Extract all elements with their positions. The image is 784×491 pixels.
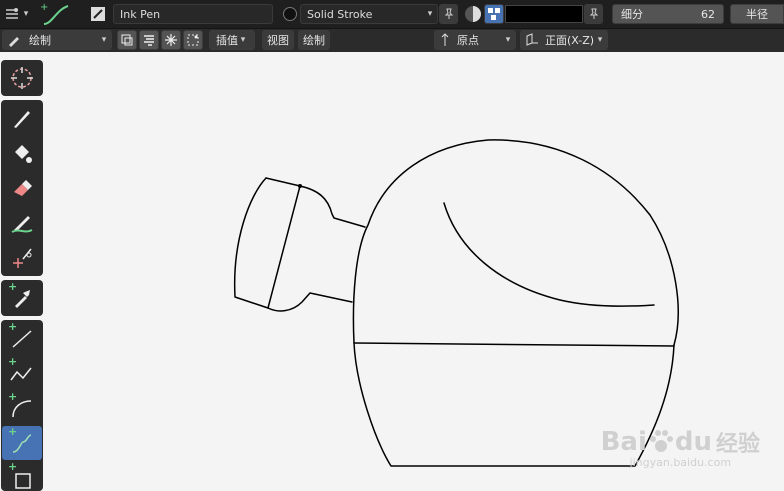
brush-preview-icon[interactable]: + xyxy=(36,0,76,28)
symmetry-button[interactable] xyxy=(161,30,181,50)
tool-settings-header: ▾ + Ink Pen Solid Stroke ▾ 细分 62 半径 xyxy=(0,0,784,29)
color-mode-icon[interactable] xyxy=(465,6,481,22)
tool-group-eyedropper: + xyxy=(1,280,43,316)
erase-icon xyxy=(14,180,32,196)
eyedropper-tool[interactable]: + xyxy=(2,281,42,315)
chevron-down-icon: ▾ xyxy=(240,35,246,45)
color-swatch[interactable] xyxy=(505,5,583,23)
tool-shelf: + + + + + + xyxy=(0,56,46,491)
vertex-color-mode-button[interactable] xyxy=(484,4,504,24)
arc-tool[interactable]: + xyxy=(2,391,42,425)
chevron-down-icon: ▾ xyxy=(101,35,107,45)
tool-group-cursor xyxy=(1,60,43,96)
stroke-highlight[interactable] xyxy=(443,202,655,307)
cutter-tool[interactable] xyxy=(2,241,42,275)
plane-icon xyxy=(526,33,538,46)
subdivide-field[interactable]: 细分 62 xyxy=(612,4,724,24)
cursor-tool[interactable] xyxy=(2,61,42,95)
tint-tool[interactable] xyxy=(2,206,42,240)
stroke-placement-selector[interactable]: 原点 ▾ xyxy=(434,30,516,50)
chevron-down-icon[interactable]: ▾ xyxy=(21,9,31,19)
stroke-cap-divider[interactable] xyxy=(267,185,301,309)
draw-icon xyxy=(14,111,30,128)
cutter-icon xyxy=(13,248,32,268)
snowflake-icon xyxy=(165,34,177,46)
stroke-bottle-band[interactable] xyxy=(353,342,675,347)
multiframe-button[interactable] xyxy=(117,30,137,50)
snap-icon xyxy=(187,34,199,46)
workspace-icon[interactable] xyxy=(3,4,21,24)
pencil-icon xyxy=(9,37,19,47)
mode-selector[interactable]: 绘制 ▾ xyxy=(2,30,112,50)
cursor-icon xyxy=(11,67,33,89)
line-tool[interactable]: + xyxy=(2,321,42,355)
view-menu[interactable]: 视图 xyxy=(262,30,294,50)
box-tool[interactable]: + xyxy=(2,461,42,491)
erase-tool[interactable] xyxy=(2,171,42,205)
tool-group-paint xyxy=(1,100,43,276)
interpolate-menu[interactable]: 插值 ▾ xyxy=(209,30,255,50)
baidu-watermark: Bai du 经验 jingyan.baidu.com xyxy=(600,427,760,469)
material-sphere-icon xyxy=(283,7,297,21)
svg-text:+: + xyxy=(40,2,48,13)
overlay-button[interactable] xyxy=(139,30,159,50)
stroke-cap-outline[interactable] xyxy=(233,177,353,312)
brush-name-field[interactable]: Ink Pen xyxy=(113,4,273,24)
curve-tool[interactable]: + xyxy=(2,426,42,460)
origin-icon xyxy=(441,33,449,46)
stroke-point xyxy=(298,184,302,188)
radius-field[interactable]: 半径 xyxy=(730,4,784,24)
draw-menu[interactable]: 绘制 xyxy=(298,30,330,50)
drawing-plane-selector[interactable]: 正面(X-Z) ▾ xyxy=(520,30,608,50)
stroke-bottle-body[interactable] xyxy=(352,139,679,346)
tint-icon xyxy=(11,216,33,233)
draw-tool[interactable] xyxy=(2,101,42,135)
viewport-header: 绘制 ▾ 插值 ▾ 视图 绘制 原点 ▾ 正面(X-Z) ▾ xyxy=(0,29,784,52)
fill-tool[interactable] xyxy=(2,136,42,170)
pin-icon xyxy=(444,8,453,19)
fill-icon xyxy=(15,145,32,163)
pin-color-button[interactable] xyxy=(584,4,603,24)
layers-icon xyxy=(144,35,154,46)
pin-material-button[interactable] xyxy=(439,4,458,24)
frames-icon xyxy=(121,34,133,46)
tool-group-primitives: + + + + + xyxy=(1,320,43,491)
chevron-down-icon: ▾ xyxy=(427,9,433,19)
paw-icon xyxy=(649,430,673,452)
chevron-down-icon: ▾ xyxy=(505,35,511,45)
brush-icon xyxy=(91,7,105,21)
polyline-tool[interactable]: + xyxy=(2,356,42,390)
material-selector[interactable]: Solid Stroke ▾ xyxy=(300,4,438,24)
snap-button[interactable] xyxy=(183,30,203,50)
grid-icon xyxy=(488,8,500,20)
stroke-cap-top[interactable] xyxy=(265,177,366,228)
pin-icon xyxy=(589,8,598,19)
chevron-down-icon: ▾ xyxy=(597,35,603,45)
